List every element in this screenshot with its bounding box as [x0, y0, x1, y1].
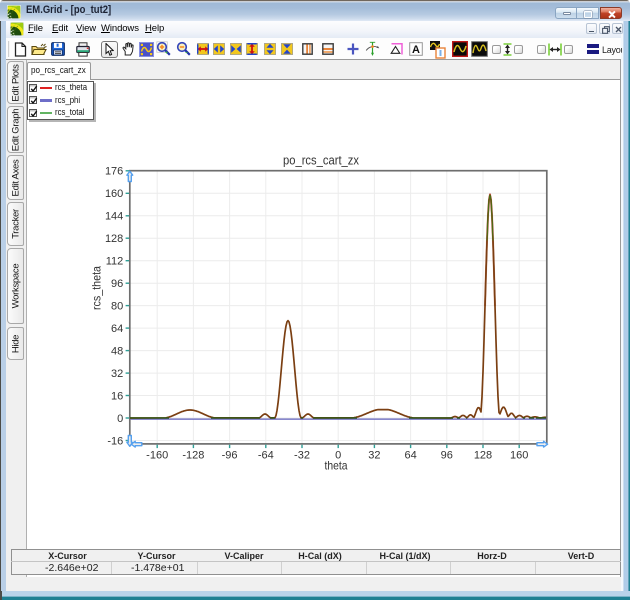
- svg-text:48: 48: [111, 345, 123, 357]
- svg-text:64: 64: [404, 450, 416, 462]
- svg-text:-96: -96: [222, 450, 238, 462]
- svg-text:rcs_theta: rcs_theta: [90, 266, 104, 310]
- svg-text:32: 32: [368, 450, 380, 462]
- svg-text:112: 112: [106, 256, 124, 268]
- svg-text:160: 160: [105, 188, 123, 200]
- svg-text:64: 64: [111, 323, 123, 335]
- svg-text:96: 96: [441, 450, 453, 462]
- svg-text:128: 128: [474, 450, 492, 462]
- svg-text:theta: theta: [325, 459, 348, 473]
- svg-text:160: 160: [510, 450, 528, 462]
- svg-text:96: 96: [111, 278, 123, 290]
- svg-text:-64: -64: [258, 450, 274, 462]
- svg-text:po_rcs_cart_zx: po_rcs_cart_zx: [283, 154, 360, 168]
- svg-text:128: 128: [105, 233, 123, 245]
- svg-text:0: 0: [117, 413, 123, 425]
- svg-text:176: 176: [105, 166, 123, 178]
- svg-text:80: 80: [111, 300, 123, 312]
- svg-text:-32: -32: [294, 450, 310, 462]
- svg-text:16: 16: [111, 390, 123, 402]
- svg-text:A: A: [412, 44, 420, 56]
- svg-text:-160: -160: [146, 450, 168, 462]
- svg-text:-16: -16: [107, 435, 123, 447]
- svg-text:144: 144: [105, 211, 123, 223]
- svg-text:-128: -128: [182, 450, 204, 462]
- svg-text:32: 32: [111, 368, 123, 380]
